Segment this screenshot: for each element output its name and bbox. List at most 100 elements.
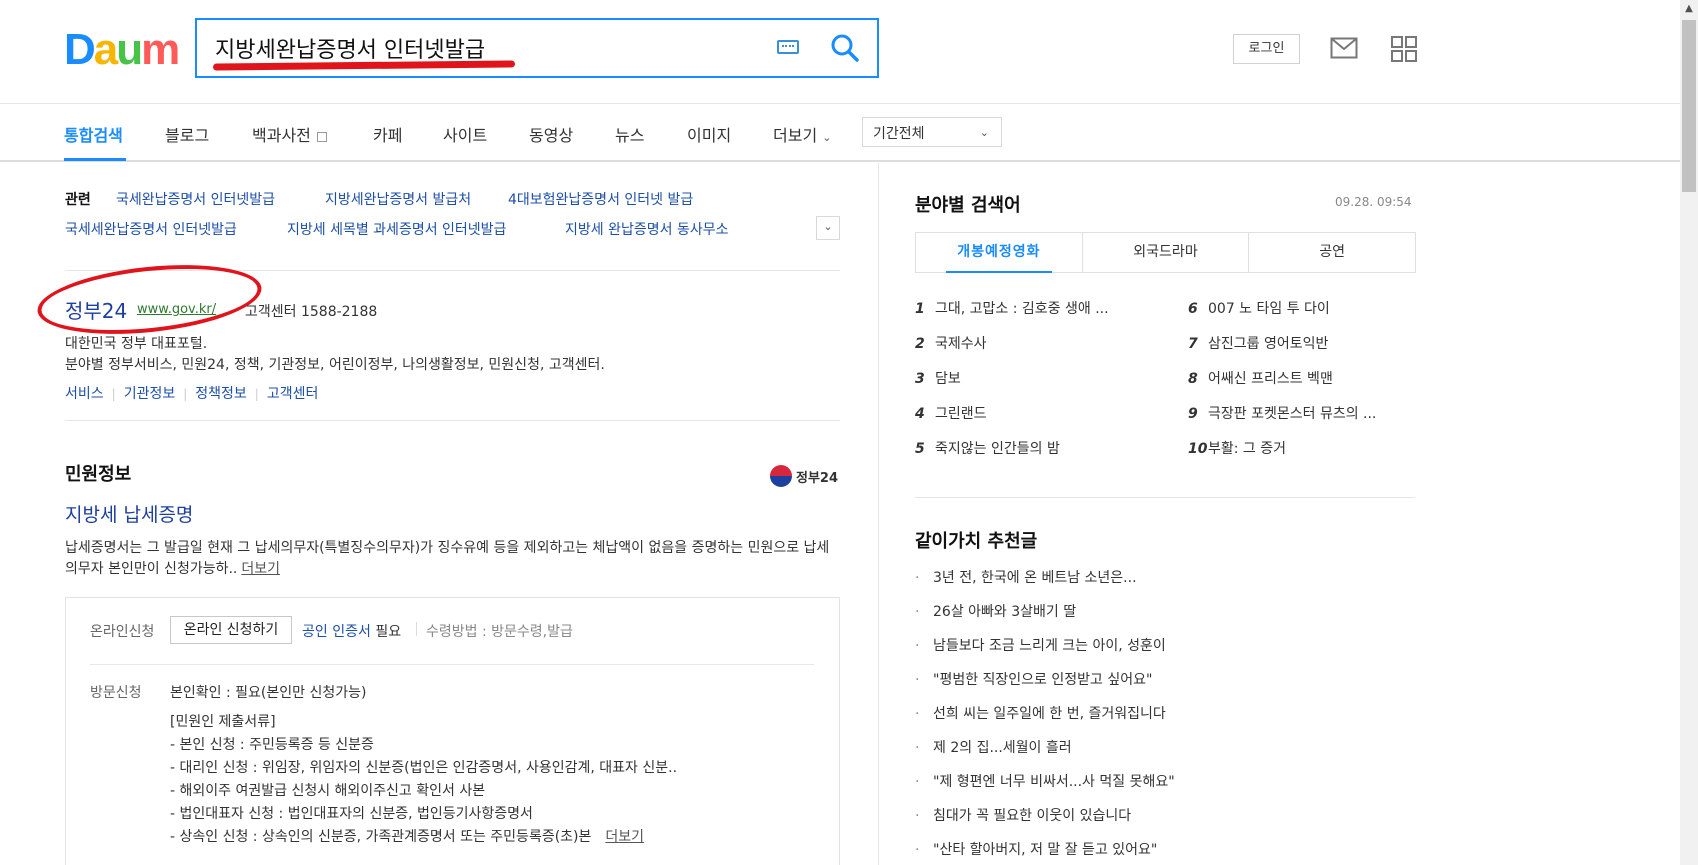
rank-text: 007 노 타임 투 다이 [1208, 301, 1330, 317]
tab-encyclopedia[interactable]: 백과사전 [252, 122, 327, 146]
site-sublink[interactable]: 서비스 [65, 386, 104, 402]
recommend-item[interactable]: · "제 형편엔 너무 비싸서...사 먹질 못해요" [915, 771, 1175, 791]
rank-number: 6 [1188, 301, 1198, 317]
visit-info-line: - 본인 신청 : 주민등록증 등 신분증 [170, 737, 374, 753]
rank-item[interactable]: 3 담보 [915, 368, 961, 388]
daum-logo[interactable]: D a u m [64, 25, 180, 74]
rank-item[interactable]: 1 그대, 고맙소 : 김호중 생애 ... [915, 298, 1109, 318]
tab-more[interactable]: 더보기 ⌄ [773, 122, 831, 146]
rank-text: 죽지않는 인간들의 밤 [935, 441, 1060, 457]
external-window-icon [316, 131, 327, 142]
civil-doc-description: 납세증명서는 그 발급일 현재 그 납세의무자(특별징수의무자)가 징수유예 등… [65, 538, 840, 580]
rank-item[interactable]: 9 극장판 포켓몬스터 뮤츠의 ... [1188, 403, 1376, 423]
recommend-item[interactable]: · "평범한 직장인으로 인정받고 싶어요" [915, 669, 1152, 689]
vertical-scrollbar[interactable]: ▲ [1680, 0, 1698, 865]
recommend-item[interactable]: · "산타 할아버지, 저 말 잘 듣고 있어요" [915, 839, 1157, 859]
expand-related-button[interactable]: ⌄ [816, 216, 840, 240]
search-tabs: 통합검색 블로그 백과사전 카페 사이트 동영상 뉴스 이미지 더보기 ⌄ 기간… [0, 104, 1680, 162]
rank-number: 2 [915, 336, 925, 352]
trending-time: 09.28. 09:54 [1335, 195, 1412, 209]
rank-item[interactable]: 10부활: 그 증거 [1188, 438, 1286, 458]
rank-text: 담보 [935, 371, 961, 387]
login-button[interactable]: 로그인 [1233, 34, 1300, 64]
more-link[interactable]: 더보기 [605, 829, 644, 845]
taegeuk-icon [770, 465, 792, 487]
rank-text: 그린랜드 [935, 406, 987, 422]
tab-blog[interactable]: 블로그 [165, 122, 209, 146]
separator: | [183, 387, 188, 401]
recommend-text: 침대가 꼭 필요한 이웃이 있습니다 [933, 808, 1132, 824]
keyboard-icon[interactable] [777, 40, 799, 54]
logo-letter-m: m [141, 25, 180, 74]
recommend-text: 남들보다 조금 느리게 크는 아이, 성훈이 [933, 638, 1166, 654]
civil-info-box: 온라인신청 온라인 신청하기 공인 인증서 필요 수령방법 : 방문수령,발급 … [65, 597, 840, 865]
tab-image[interactable]: 이미지 [687, 122, 731, 146]
chevron-down-icon: ⌄ [979, 126, 989, 139]
visit-info-line: 본인확인 : 필요(본인만 신청가능) [170, 685, 367, 701]
related-link[interactable]: 국세완납증명서 인터넷발급 [116, 189, 275, 209]
more-link[interactable]: 더보기 [241, 561, 280, 577]
tab-cafe[interactable]: 카페 [373, 122, 402, 146]
related-link[interactable]: 지방세완납증명서 발급처 [325, 189, 471, 209]
recommend-text: "제 형편엔 너무 비싸서...사 먹질 못해요" [933, 774, 1175, 790]
recommend-item[interactable]: · 3년 전, 한국에 온 베트남 소년은... [915, 567, 1137, 587]
divider [65, 420, 840, 421]
recommend-item[interactable]: · 침대가 꼭 필요한 이웃이 있습니다 [915, 805, 1131, 825]
site-title-link[interactable]: 정부24 [65, 295, 127, 324]
recommend-text: 26살 아빠와 3살배기 딸 [933, 604, 1077, 620]
cert-link[interactable]: 공인 인증서 [302, 624, 371, 640]
scroll-up-arrow-icon[interactable]: ▲ [1680, 0, 1698, 18]
tab-upcoming-movies[interactable]: 개봉예정영화 [916, 233, 1083, 273]
chevron-down-icon: ⌄ [823, 220, 833, 233]
site-url-link[interactable]: www.gov.kr/ [137, 302, 216, 317]
tab-performance[interactable]: 공연 [1249, 233, 1415, 272]
rank-item[interactable]: 2 국제수사 [915, 333, 987, 353]
rank-item[interactable]: 8 어쌔신 프리스트 벡맨 [1188, 368, 1333, 388]
recommend-text: 선희 씨는 일주일에 한 번, 즐거워집니다 [933, 706, 1166, 722]
rank-item[interactable]: 5 죽지않는 인간들의 밤 [915, 438, 1060, 458]
header: D a u m 로그인 [0, 0, 1680, 104]
search-icon[interactable] [827, 30, 863, 66]
civil-doc-title-link[interactable]: 지방세 납세증명 [65, 500, 193, 527]
site-phone: 고객센터 1588-2188 [245, 304, 378, 320]
tab-site[interactable]: 사이트 [443, 122, 487, 146]
rank-text: 부활: 그 증거 [1208, 441, 1287, 457]
tab-video[interactable]: 동영상 [529, 122, 573, 146]
online-apply-button[interactable]: 온라인 신청하기 [170, 616, 292, 644]
site-sublink[interactable]: 고객센터 [267, 386, 319, 402]
tab-news[interactable]: 뉴스 [615, 122, 644, 146]
rank-number: 10 [1188, 441, 1208, 457]
bullet: · [915, 672, 920, 688]
scrollbar-thumb[interactable] [1682, 20, 1696, 192]
active-tab-indicator [64, 158, 126, 161]
bullet: · [915, 604, 920, 620]
receive-method: 수령방법 : 방문수령,발급 [426, 624, 573, 640]
site-sublink[interactable]: 정책정보 [195, 386, 247, 402]
tab-integrated[interactable]: 통합검색 [64, 122, 123, 146]
period-select[interactable]: 기간전체 ⌄ [862, 117, 1002, 147]
apps-grid-icon[interactable] [1391, 36, 1417, 62]
recommend-item[interactable]: · 남들보다 조금 느리게 크는 아이, 성훈이 [915, 635, 1166, 655]
rank-number: 7 [1188, 336, 1198, 352]
gov24-logo: 정부24 [770, 465, 838, 487]
rank-item[interactable]: 4 그린랜드 [915, 403, 987, 423]
rank-item[interactable]: 7 삼진그룹 영어토익반 [1188, 333, 1328, 353]
rank-item[interactable]: 6 007 노 타임 투 다이 [1188, 298, 1330, 318]
related-link[interactable]: 지방세 완납증명서 동사무소 [565, 219, 728, 239]
recommend-item[interactable]: · 26살 아빠와 3살배기 딸 [915, 601, 1076, 621]
mail-icon[interactable] [1330, 36, 1358, 60]
site-description-detail: 분야별 정부서비스, 민원24, 정책, 기관정보, 어린이정부, 나의생활정보… [65, 357, 605, 373]
related-link[interactable]: 4대보험완납증명서 인터넷 발급 [508, 189, 693, 209]
site-description: 대한민국 정부 대표포털. [65, 336, 208, 352]
related-link[interactable]: 국세세완납증명서 인터넷발급 [65, 219, 237, 239]
trending-title: 분야별 검색어 [915, 195, 1021, 216]
rank-number: 5 [915, 441, 925, 457]
site-sublink[interactable]: 기관정보 [124, 386, 176, 402]
recommend-text: 3년 전, 한국에 온 베트남 소년은... [933, 570, 1137, 586]
related-link[interactable]: 지방세 세목별 과세증명서 인터넷발급 [287, 219, 506, 239]
recommend-item[interactable]: · 제 2의 집...세월이 흘러 [915, 737, 1072, 757]
recommend-item[interactable]: · 선희 씨는 일주일에 한 번, 즐거워집니다 [915, 703, 1166, 723]
tab-foreign-drama[interactable]: 외국드라마 [1083, 233, 1250, 272]
logo-letter-u: u [116, 25, 143, 74]
visit-info-line: - 법인대표자 신청 : 법인대표자의 신분증, 법인등기사항증명서 [170, 806, 533, 822]
